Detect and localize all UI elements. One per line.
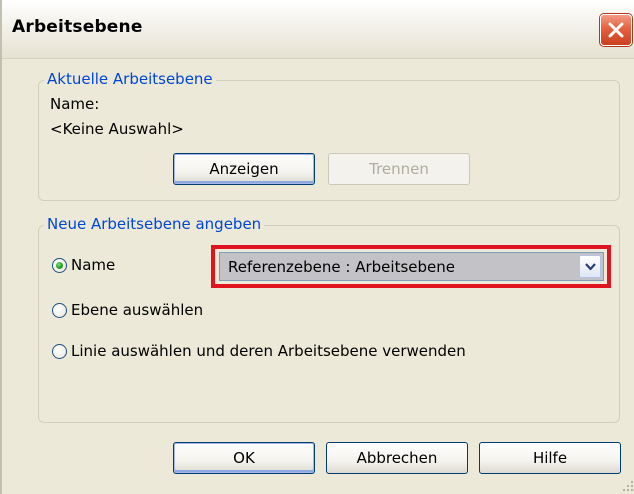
- radio-pick-line-label: Linie auswählen und deren Arbeitsebene v…: [71, 342, 466, 360]
- detach-button[interactable]: Trennen: [328, 153, 470, 185]
- ok-button[interactable]: OK: [173, 442, 315, 474]
- close-button[interactable]: [600, 14, 632, 46]
- radio-selected-dot: [56, 262, 63, 269]
- current-workplane-legend: Aktuelle Arbeitsebene: [44, 70, 216, 88]
- help-button[interactable]: Hilfe: [479, 442, 621, 474]
- current-name-value: <Keine Auswahl>: [50, 120, 184, 138]
- resize-grip-icon[interactable]: [622, 480, 634, 492]
- dialog-title: Arbeitsebene: [12, 17, 143, 37]
- radio-pick-line-button[interactable]: [52, 344, 67, 359]
- radio-name-button[interactable]: [52, 258, 67, 273]
- close-x-icon: [608, 22, 624, 38]
- chevron-down-icon: [585, 263, 596, 271]
- radio-pick-plane-label: Ebene auswählen: [71, 301, 204, 319]
- cancel-button[interactable]: Abbrechen: [326, 442, 468, 474]
- radio-pick-plane-option[interactable]: Ebene auswählen: [52, 301, 252, 323]
- radio-pick-line-option[interactable]: Linie auswählen und deren Arbeitsebene v…: [52, 342, 502, 364]
- radio-pick-plane-button[interactable]: [52, 303, 67, 318]
- name-label: Name:: [50, 95, 100, 113]
- dialog-window: Arbeitsebene Aktuelle Arbeitsebene Name:…: [0, 0, 634, 494]
- radio-name-option[interactable]: Name: [52, 256, 182, 278]
- dropdown-arrow-button[interactable]: [579, 255, 601, 278]
- new-workplane-legend: Neue Arbeitsebene angeben: [44, 215, 265, 233]
- show-button[interactable]: Anzeigen: [173, 153, 315, 185]
- title-bar[interactable]: Arbeitsebene: [2, 0, 634, 59]
- dropdown-selected-value: Referenzebene : Arbeitsebene: [228, 258, 455, 276]
- radio-name-label: Name: [71, 256, 116, 274]
- workplane-name-dropdown[interactable]: Referenzebene : Arbeitsebene: [219, 252, 604, 281]
